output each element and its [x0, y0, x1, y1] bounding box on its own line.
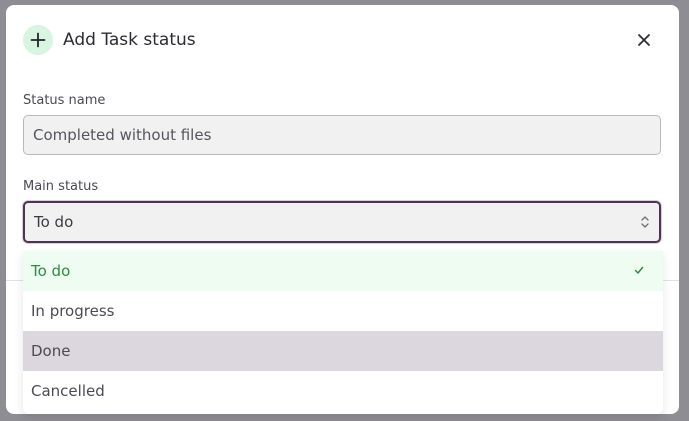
check-icon	[634, 266, 644, 274]
option-label: To do	[31, 262, 71, 280]
chevron-up-down-icon	[637, 212, 653, 232]
status-name-label: Status name	[23, 93, 106, 108]
status-name-field[interactable]: Completed without files	[23, 115, 661, 155]
main-status-value: To do	[34, 213, 74, 231]
option-cancelled[interactable]: Cancelled	[23, 371, 663, 411]
option-label: Cancelled	[31, 382, 105, 400]
close-button[interactable]	[634, 30, 654, 50]
option-label: Done	[31, 342, 71, 360]
main-status-select[interactable]: To do	[23, 201, 661, 243]
status-name-value: Completed without files	[33, 126, 212, 144]
close-icon	[638, 34, 650, 46]
option-label: In progress	[31, 302, 115, 320]
option-in-progress[interactable]: In progress	[23, 291, 663, 331]
plus-icon	[23, 25, 53, 55]
option-done[interactable]: Done	[23, 331, 663, 371]
option-to-do[interactable]: To do	[23, 251, 663, 291]
dialog-title: Add Task status	[63, 30, 196, 50]
main-status-label: Main status	[23, 179, 99, 194]
main-status-dropdown: To do In progress Done Cancelled	[23, 251, 663, 414]
dialog-header: Add Task status	[23, 25, 679, 55]
